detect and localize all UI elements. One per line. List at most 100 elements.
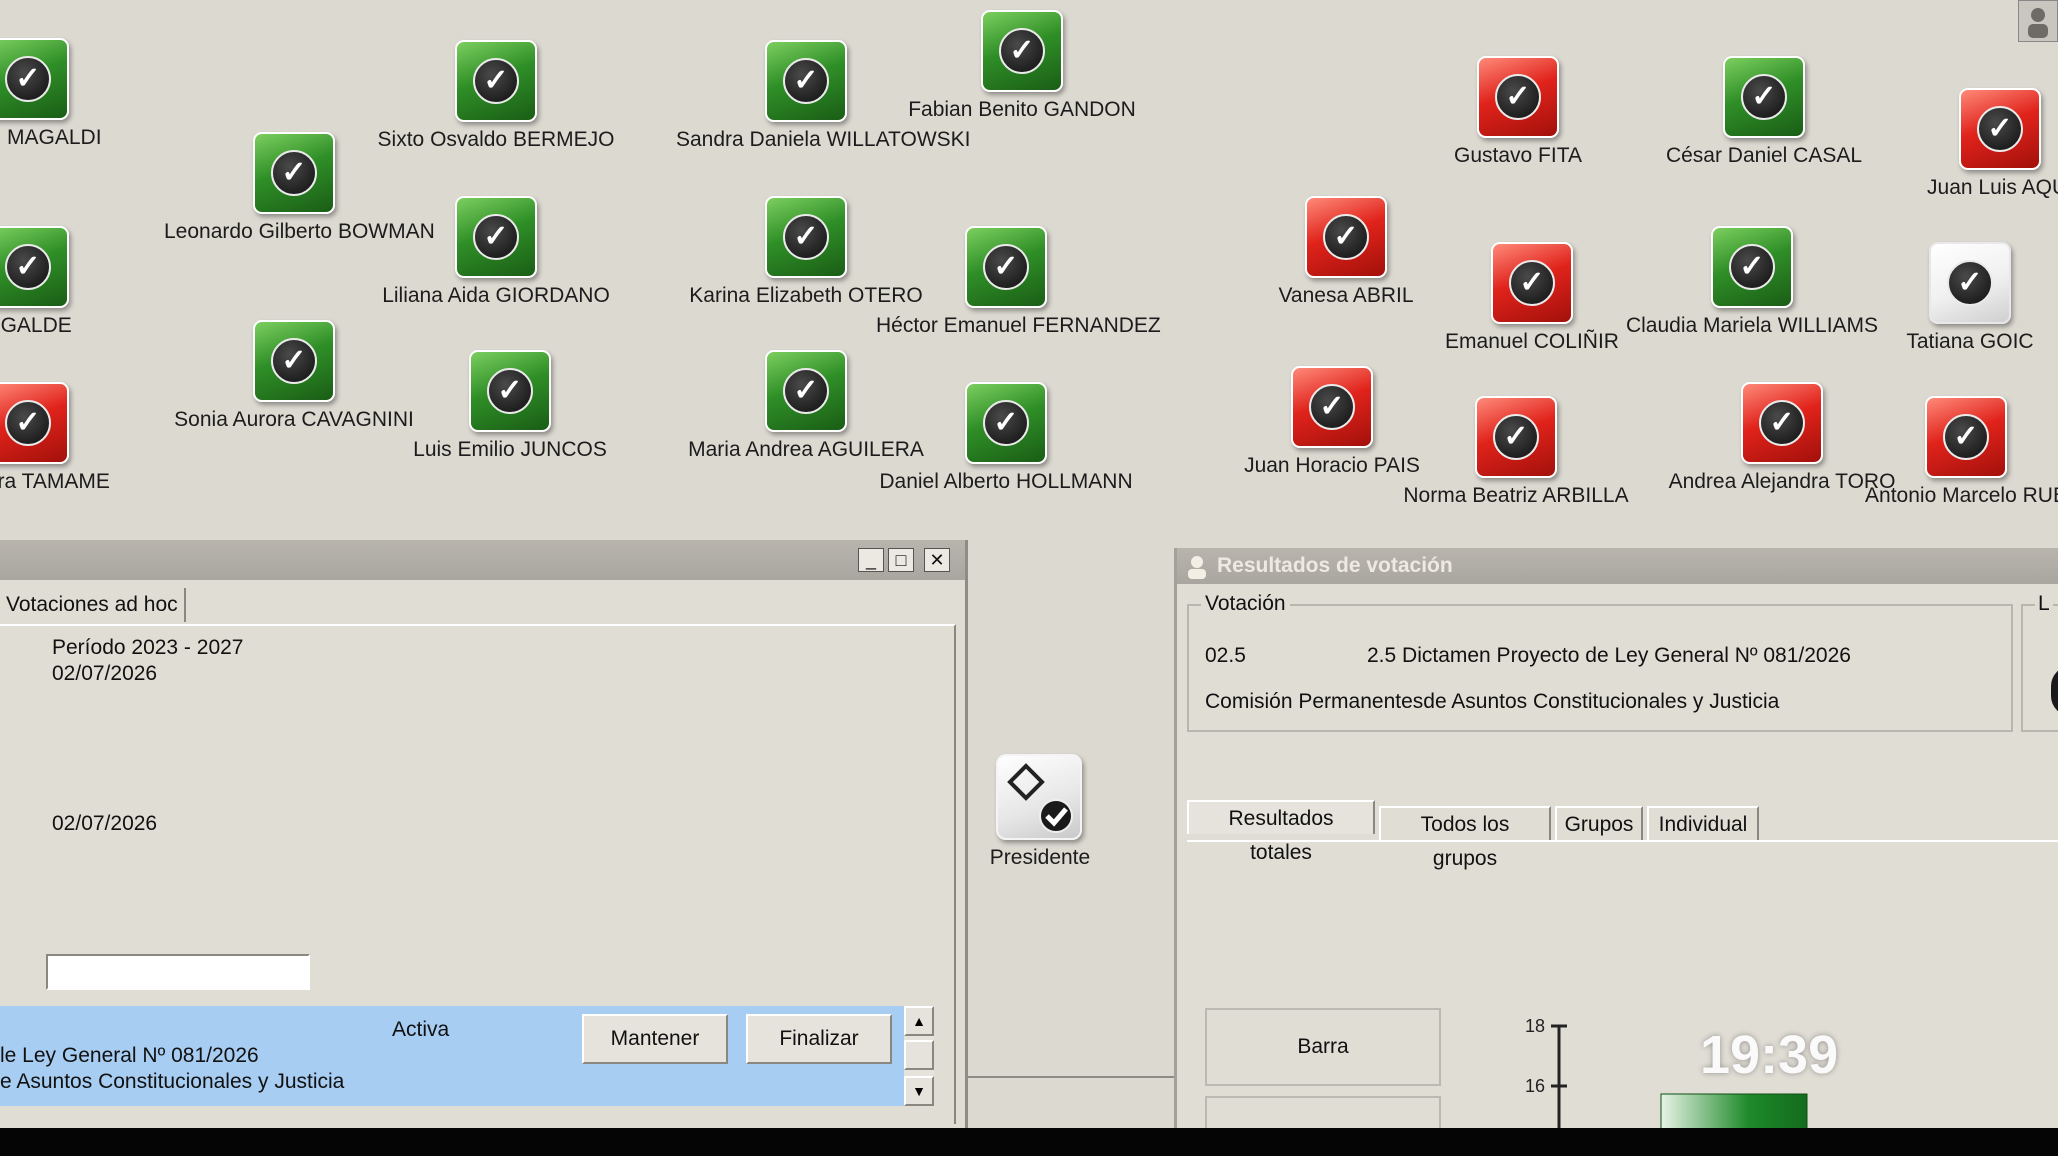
vote-button[interactable]: ✓ (765, 40, 847, 122)
voter-tile[interactable]: ✓ Juan Luis AQUI (1870, 88, 2058, 208)
vote-button[interactable]: ✓ (981, 10, 1063, 92)
vote-button[interactable]: ✓ (1741, 382, 1823, 464)
date-1: 02/07/2026 (52, 662, 158, 685)
right-group-label: L (2035, 592, 2053, 616)
check-icon: ✓ (1495, 74, 1541, 120)
second-chart-button[interactable] (1205, 1096, 1441, 1128)
results-window: Resultados de votación Votación 02.5 2.5… (1174, 548, 2058, 1128)
voter-tile[interactable]: ✓ Sixto Osvaldo BERMEJO (366, 40, 626, 160)
tab-votaciones-ad-hoc[interactable]: Votaciones ad hoc (0, 588, 186, 622)
vote-button[interactable]: ✓ (0, 38, 69, 120)
scroll-down-button[interactable]: ▼ (904, 1076, 934, 1106)
voter-name: edad MAGALDI (0, 126, 102, 149)
voter-name: Daniel Alberto HOLLMANN (879, 470, 1133, 493)
vote-button[interactable]: ✓ (455, 40, 537, 122)
results-title: Resultados de votación (1217, 554, 1453, 577)
voter-tile[interactable]: ✓ Fabian Benito GANDON (892, 10, 1152, 130)
votacion-commission: Comisión Permanentesde Asuntos Constituc… (1205, 690, 1780, 713)
divider-line (968, 1076, 1174, 1078)
left-window: _ □ ✕ Votaciones ad hoc Período 2023 - 2… (0, 540, 968, 1128)
scroll-thumb[interactable] (904, 1040, 934, 1070)
tab-grupos[interactable]: Grupos (1555, 806, 1643, 840)
check-icon: ✓ (983, 400, 1029, 446)
voter-tile[interactable]: ✓ César Daniel CASAL (1634, 56, 1894, 176)
voter-name: ejandra TAMAME (0, 470, 110, 493)
vote-button[interactable]: ✓ (0, 382, 69, 464)
check-icon: ✓ (783, 214, 829, 260)
vote-button[interactable]: ✓ (1305, 196, 1387, 278)
check-icon: ✓ (783, 368, 829, 414)
vote-button[interactable]: ✓ (765, 196, 847, 278)
right-groupbox (2021, 604, 2058, 732)
check-icon: ✓ (1759, 400, 1805, 446)
vote-button[interactable]: ✓ (1959, 88, 2041, 170)
close-button[interactable]: ✕ (924, 548, 950, 572)
voter-name: César Daniel CASAL (1665, 144, 1863, 167)
voter-name: Liliana Aida GIORDANO (382, 284, 610, 307)
tab-todos-los-grupos[interactable]: Todos los grupos (1379, 806, 1551, 870)
check-icon: ✓ (473, 58, 519, 104)
voting-row-selected[interactable]: Activa le Ley General Nº 081/2026 e Asun… (0, 1006, 904, 1106)
check-icon: ✓ (5, 244, 51, 290)
check-icon: ✓ (783, 58, 829, 104)
user-icon[interactable] (2018, 0, 2058, 42)
finalizar-button[interactable]: Finalizar (746, 1014, 892, 1064)
vote-button[interactable]: ✓ (765, 350, 847, 432)
voter-tile[interactable]: ✓ Antonio Marcelo RUB (1836, 396, 2058, 516)
voter-tile[interactable]: ✓ OGALDE (0, 226, 158, 346)
vote-button[interactable]: ✓ (1723, 56, 1805, 138)
vote-button[interactable]: ✓ (455, 196, 537, 278)
vote-button[interactable]: ✓ (965, 226, 1047, 308)
voter-tile[interactable]: ✓ ejandra TAMAME (0, 382, 158, 502)
votacion-label: Votación (1201, 592, 1290, 616)
bottom-bar (0, 1128, 2058, 1156)
vote-button[interactable]: ✓ (1291, 366, 1373, 448)
tab-resultados-totales[interactable]: Resultados totales (1187, 800, 1375, 864)
vote-button[interactable]: ✓ (0, 226, 69, 308)
person-icon (1188, 556, 1206, 579)
left-window-titlebar (0, 540, 965, 580)
votacion-number: 02.5 (1205, 644, 1246, 667)
votacion-description: 2.5 Dictamen Proyecto de Ley General Nº … (1367, 644, 1851, 667)
date-2: 02/07/2026 (52, 812, 158, 835)
voter-tile[interactable]: ✓ Liliana Aida GIORDANO (366, 196, 626, 316)
voter-tile[interactable]: ✓ Luis Emilio JUNCOS (380, 350, 640, 470)
minimize-button[interactable]: _ (858, 548, 884, 572)
voter-name: OGALDE (0, 314, 72, 337)
voting-screen: ✓edad MAGALDI✓Leonardo Gilberto BOWMAN✓S… (0, 0, 2058, 1128)
vote-button[interactable]: ✓ (469, 350, 551, 432)
maximize-button[interactable]: □ (888, 548, 914, 572)
voter-tile[interactable]: ✓ Daniel Alberto HOLLMANN (876, 382, 1136, 502)
voter-tile[interactable]: ✓ edad MAGALDI (0, 38, 158, 158)
vote-button[interactable]: ✓ (1711, 226, 1793, 308)
vote-button[interactable]: ✓ (1929, 242, 2011, 324)
chart-bar (1660, 1093, 1808, 1128)
vote-button[interactable]: ✓ (253, 320, 335, 402)
voter-tile[interactable]: ✓ Tatiana GOIC (1840, 242, 2058, 362)
barra-button[interactable]: Barra (1205, 1008, 1441, 1086)
voter-name: Sixto Osvaldo BERMEJO (377, 128, 615, 151)
check-icon: ✓ (473, 214, 519, 260)
vote-button[interactable]: ✓ (1925, 396, 2007, 478)
vote-button[interactable]: ✓ (965, 382, 1047, 464)
vote-button[interactable]: ✓ (1491, 242, 1573, 324)
vote-button[interactable]: ✓ (1475, 396, 1557, 478)
check-icon: ✓ (1509, 260, 1555, 306)
check-icon: ✓ (5, 400, 51, 446)
text-input[interactable] (46, 954, 310, 990)
tab-individual[interactable]: Individual (1647, 806, 1759, 840)
presidente-button[interactable] (996, 754, 1082, 840)
voter-name: Antonio Marcelo RUB (1865, 484, 2058, 507)
y-tick-label: 18 (1525, 1016, 1545, 1036)
vote-button[interactable]: ✓ (253, 132, 335, 214)
voter-tile[interactable]: ✓ Norma Beatriz ARBILLA (1386, 396, 1646, 516)
check-icon: ✓ (487, 368, 533, 414)
check-icon: ✓ (1729, 244, 1775, 290)
voter-tile[interactable]: ✓ Héctor Emanuel FERNANDEZ (876, 226, 1161, 346)
scroll-up-button[interactable]: ▲ (904, 1006, 934, 1036)
scrollbar[interactable]: ▲ ▼ (904, 1006, 934, 1106)
voter-tile[interactable]: ✓ Gustavo FITA (1388, 56, 1648, 176)
tab-label: Votaciones ad hoc (6, 593, 178, 616)
mantener-button[interactable]: Mantener (582, 1014, 728, 1064)
vote-button[interactable]: ✓ (1477, 56, 1559, 138)
